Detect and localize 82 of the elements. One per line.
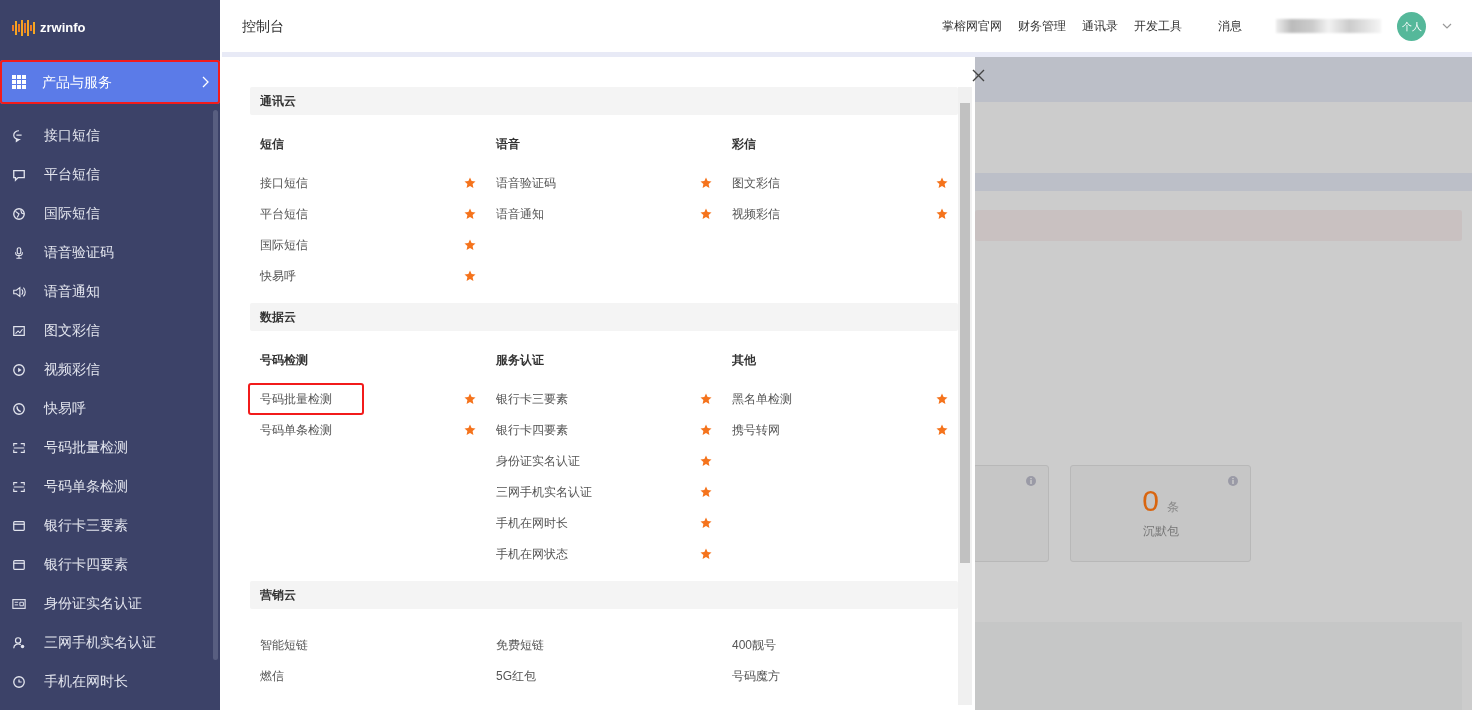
sidebar-item[interactable]: 银行卡三要素 (0, 506, 220, 545)
page-title: 控制台 (242, 16, 284, 36)
product-link[interactable]: 视频彩信 (720, 197, 812, 230)
section-header: 数据云 (250, 303, 958, 331)
product-link[interactable]: 图文彩信 (720, 166, 812, 199)
product-link[interactable]: 三网手机实名认证 (484, 475, 624, 508)
category-heading: 彩信 (732, 136, 757, 153)
globe-icon (12, 206, 26, 221)
sidebar-item[interactable]: 接口短信 (0, 116, 220, 155)
section-header: 营销云 (250, 581, 958, 609)
category-heading: 其他 (732, 352, 757, 369)
product-link[interactable]: 智能短链 (248, 628, 340, 661)
top-nav-link[interactable]: 通讯录 (1082, 17, 1118, 35)
sidebar-item[interactable]: 语音验证码 (0, 233, 220, 272)
chevron-right-icon (202, 76, 210, 88)
sidebar-item[interactable]: 语音通知 (0, 272, 220, 311)
section-header: 通讯云 (250, 87, 958, 115)
product-link[interactable]: 5G红包 (484, 659, 568, 692)
product-link[interactable]: 银行卡三要素 (484, 382, 600, 415)
user-icon (12, 635, 26, 650)
product-link[interactable]: 携号转网 (720, 413, 812, 446)
category-heading: 服务认证 (496, 352, 545, 369)
sidebar-item[interactable]: 平台短信 (0, 155, 220, 194)
speaker-icon (12, 284, 26, 299)
sidebar-item[interactable]: 号码单条检测 (0, 467, 220, 506)
stat-unit: 条 (1166, 499, 1179, 516)
product-link[interactable]: 接口短信 (248, 166, 340, 199)
stat-label: 沉默包 (1142, 523, 1179, 540)
phone-icon (12, 401, 26, 416)
scan-icon (12, 440, 26, 455)
product-link[interactable]: 快易呼 (248, 259, 328, 292)
messages-link[interactable]: 消息 (1218, 17, 1242, 35)
sidebar-item[interactable]: 身份证实名认证 (0, 584, 220, 623)
caret-down-icon (1442, 23, 1452, 29)
message-icon (12, 167, 26, 182)
clock-icon (12, 674, 26, 689)
category-heading: 语音 (496, 136, 521, 153)
top-nav-link[interactable]: 开发工具 (1134, 17, 1182, 35)
picture-icon (12, 323, 26, 338)
category-heading: 号码检测 (260, 352, 309, 369)
stat-value: 0 (1142, 486, 1159, 516)
play-icon (12, 362, 26, 377)
top-nav-link[interactable]: 掌榕网官网 (942, 17, 1002, 35)
sidebar-item[interactable]: 银行卡四要素 (0, 545, 220, 584)
category-heading: 短信 (260, 136, 285, 153)
sidebar-item[interactable]: 图文彩信 (0, 311, 220, 350)
card-icon (12, 518, 26, 533)
product-link[interactable]: 400靓号 (720, 628, 809, 661)
sidebar-item[interactable]: 三网手机实名认证 (0, 623, 220, 662)
product-link[interactable]: 号码魔方 (720, 659, 812, 692)
sidebar-item[interactable]: 手机在网时长 (0, 662, 220, 701)
product-link[interactable]: 号码单条检测 (248, 413, 364, 446)
product-link[interactable]: 燃信 (248, 659, 316, 692)
product-link[interactable]: 手机在网时长 (484, 506, 600, 539)
product-link[interactable]: 身份证实名认证 (484, 444, 612, 477)
product-link[interactable]: 平台短信 (248, 197, 340, 230)
id-card-icon (12, 596, 26, 611)
info-icon (1228, 476, 1238, 486)
product-link[interactable]: 语音通知 (484, 197, 576, 230)
info-icon (1026, 476, 1036, 486)
sidebar-item[interactable]: 视频彩信 (0, 350, 220, 389)
scrollbar[interactable] (958, 87, 972, 705)
product-link[interactable]: 免费短链 (484, 628, 576, 661)
close-button[interactable] (972, 69, 985, 82)
product-link[interactable]: 手机在网状态 (484, 537, 600, 570)
scrollbar[interactable] (213, 110, 218, 660)
product-link[interactable]: 黑名单检测 (720, 382, 824, 415)
top-nav-link[interactable]: 财务管理 (1018, 17, 1066, 35)
product-link[interactable]: 号码批量检测 (248, 382, 364, 415)
product-link[interactable]: 语音验证码 (484, 166, 588, 199)
products-services-menu[interactable]: 产品与服务 (0, 60, 220, 104)
card-icon (12, 557, 26, 572)
scan-icon (12, 479, 26, 494)
product-link[interactable]: 国际短信 (248, 228, 340, 261)
sidebar-item[interactable]: 快易呼 (0, 389, 220, 428)
logo-text: zrwinfo (40, 19, 86, 38)
microphone-icon (12, 245, 26, 260)
logo-waveform-icon (12, 20, 36, 36)
sidebar-item[interactable]: 国际短信 (0, 194, 220, 233)
product-link[interactable]: 银行卡四要素 (484, 413, 600, 446)
grid-icon (12, 75, 26, 89)
sidebar-item[interactable]: 号码批量检测 (0, 428, 220, 467)
